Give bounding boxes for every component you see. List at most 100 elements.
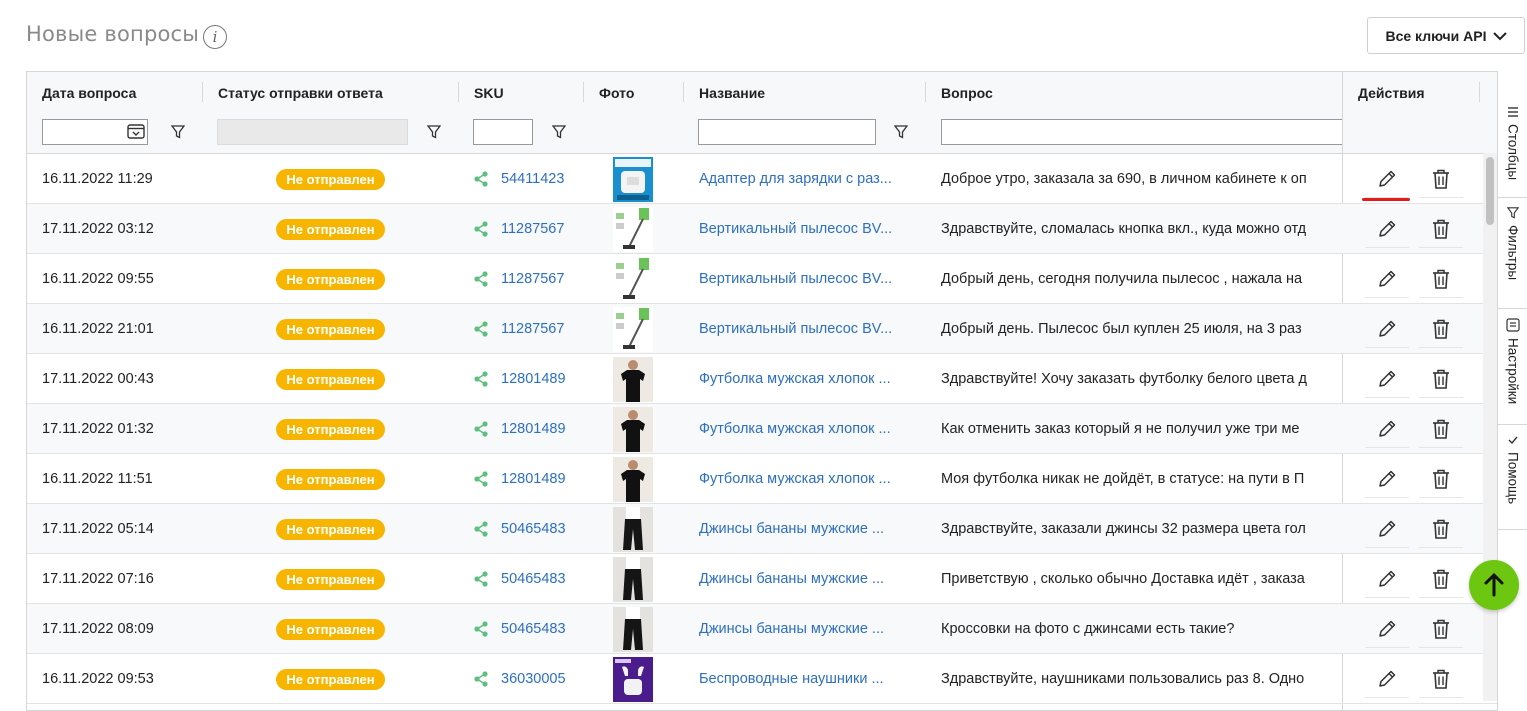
table-row[interactable]: 16.11.2022 09:53 Не отправлен 36030005 Бесп… [27,654,1342,704]
edit-button[interactable] [1365,210,1409,248]
edit-button[interactable] [1365,310,1409,348]
edit-button[interactable] [1365,460,1409,498]
delete-button[interactable] [1419,310,1463,348]
table-row[interactable]: 17.11.2022 07:16 Не отправлен 50465483 Джин… [27,554,1342,604]
edit-button[interactable] [1365,660,1409,698]
edit-button[interactable] [1365,610,1409,648]
sku-filter-funnel-icon[interactable] [552,125,566,139]
delete-button[interactable] [1419,410,1463,448]
table-row[interactable]: 17.11.2022 01:32 Не отправлен 12801489 Футб… [27,404,1342,454]
column-header-status[interactable]: Статус отправки ответа [203,72,383,114]
scrollbar-thumb[interactable] [1486,157,1494,225]
product-photo[interactable] [613,154,655,204]
product-photo[interactable] [613,504,655,554]
name-filter-input[interactable] [698,119,876,145]
side-tab-filters[interactable]: Фильтры [1498,199,1527,309]
question-text[interactable]: Добрый день, сегодня получила пылесос , … [941,254,1342,304]
product-photo[interactable] [613,654,655,704]
question-filter-input[interactable] [941,119,1342,145]
product-photo[interactable] [613,254,655,304]
sku-link[interactable]: 11287567 [501,221,564,237]
sku-link[interactable]: 12801489 [501,471,566,487]
product-name-link[interactable]: Футболка мужская хлопок ... [699,421,891,437]
side-tab-columns[interactable]: Столбцы [1498,98,1527,198]
info-icon[interactable]: i [203,25,227,49]
side-tab-help[interactable]: Помощь [1498,426,1527,530]
question-text[interactable]: Доброе утро, заказала за 690, в личном к… [941,154,1342,204]
edit-button[interactable] [1365,360,1409,398]
column-header-sku[interactable]: SKU [459,72,504,114]
table-row[interactable]: 16.11.2022 11:29 Не отправлен 54411423 Адап… [27,154,1342,204]
question-text[interactable]: Здравствуйте! Хочу заказать футболку бел… [941,354,1342,404]
delete-button[interactable] [1419,560,1463,598]
sku-link[interactable]: 11287567 [501,271,564,287]
delete-button[interactable] [1419,660,1463,698]
sku-link[interactable]: 50465483 [501,621,566,637]
product-name-link[interactable]: Вертикальный пылесос BV... [699,221,892,237]
table-row[interactable]: 16.11.2022 21:01 Не отправлен 11287567 Верт… [27,304,1342,354]
edit-button[interactable] [1365,260,1409,298]
column-header-name[interactable]: Название [684,72,765,114]
sku-link[interactable]: 50465483 [501,571,566,587]
product-photo[interactable] [613,554,655,604]
share-icon[interactable] [473,571,489,587]
product-name-link[interactable]: Футболка мужская хлопок ... [699,471,891,487]
question-text[interactable]: Здравствуйте, заказали джинсы 32 размера… [941,504,1342,554]
delete-button[interactable] [1419,360,1463,398]
question-text[interactable]: Как отменить заказ который я не получил … [941,404,1342,454]
share-icon[interactable] [473,221,489,237]
table-row[interactable]: 16.11.2022 11:51 Не отправлен 12801489 Футб… [27,454,1342,504]
delete-button[interactable] [1419,160,1463,198]
table-row[interactable]: 16.11.2022 09:55 Не отправлен 11287567 Верт… [27,254,1342,304]
delete-button[interactable] [1419,210,1463,248]
sku-link[interactable]: 12801489 [501,371,566,387]
api-key-select[interactable]: Все ключи API [1367,17,1525,54]
share-icon[interactable] [473,421,489,437]
product-name-link[interactable]: Беспроводные наушники ... [699,671,884,687]
edit-button[interactable] [1365,160,1409,198]
edit-button[interactable] [1365,510,1409,548]
table-row[interactable]: 17.11.2022 05:14 Не отправлен 50465483 Джин… [27,504,1342,554]
question-text[interactable]: Здравствуйте, наушниками пользовались ра… [941,654,1342,704]
delete-button[interactable] [1419,610,1463,648]
product-name-link[interactable]: Вертикальный пылесос BV... [699,271,892,287]
delete-button[interactable] [1419,460,1463,498]
table-row[interactable]: 17.11.2022 08:09 Не отправлен 50465483 Джин… [27,604,1342,654]
product-name-link[interactable]: Джинсы бананы мужские ... [699,521,884,537]
delete-button[interactable] [1419,260,1463,298]
share-icon[interactable] [473,671,489,687]
product-name-link[interactable]: Джинсы бананы мужские ... [699,571,884,587]
product-photo[interactable] [613,204,655,254]
delete-button[interactable] [1419,510,1463,548]
share-icon[interactable] [473,271,489,287]
share-icon[interactable] [473,371,489,387]
share-icon[interactable] [473,471,489,487]
edit-button[interactable] [1365,410,1409,448]
product-name-link[interactable]: Джинсы бананы мужские ... [699,621,884,637]
product-photo[interactable] [613,454,655,504]
table-row[interactable]: 17.11.2022 03:12 Не отправлен 11287567 Верт… [27,204,1342,254]
product-photo[interactable] [613,304,655,354]
question-text[interactable]: Моя футболка никак не дойдёт, в статусе:… [941,454,1342,504]
side-tab-settings[interactable]: Настройки [1498,310,1527,425]
question-text[interactable]: Добрый день. Пылесос был куплен 25 июля,… [941,304,1342,354]
question-text[interactable]: Приветствую , сколько обычно Доставка ид… [941,554,1342,604]
status-filter-funnel-icon[interactable] [427,125,441,139]
scroll-to-top-button[interactable] [1469,560,1519,610]
question-text[interactable]: Здравствуйте, сломалась кнопка вкл., куд… [941,204,1342,254]
sku-link[interactable]: 50465483 [501,521,566,537]
date-filter-funnel-icon[interactable] [171,125,185,139]
product-photo[interactable] [613,354,655,404]
column-header-photo[interactable]: Фото [584,72,634,114]
product-name-link[interactable]: Адаптер для зарядки с раз... [699,171,892,187]
table-row[interactable]: 17.11.2022 00:43 Не отправлен 12801489 Футб… [27,354,1342,404]
share-icon[interactable] [473,521,489,537]
edit-button[interactable] [1365,560,1409,598]
vertical-scrollbar[interactable] [1483,153,1497,701]
name-filter-funnel-icon[interactable] [894,125,908,139]
share-icon[interactable] [473,621,489,637]
question-text[interactable]: Кроссовки на фото с джинсами есть такие? [941,604,1342,654]
column-header-date[interactable]: Дата вопроса [27,72,136,114]
sku-link[interactable]: 54411423 [501,171,564,187]
product-photo[interactable] [613,404,655,454]
